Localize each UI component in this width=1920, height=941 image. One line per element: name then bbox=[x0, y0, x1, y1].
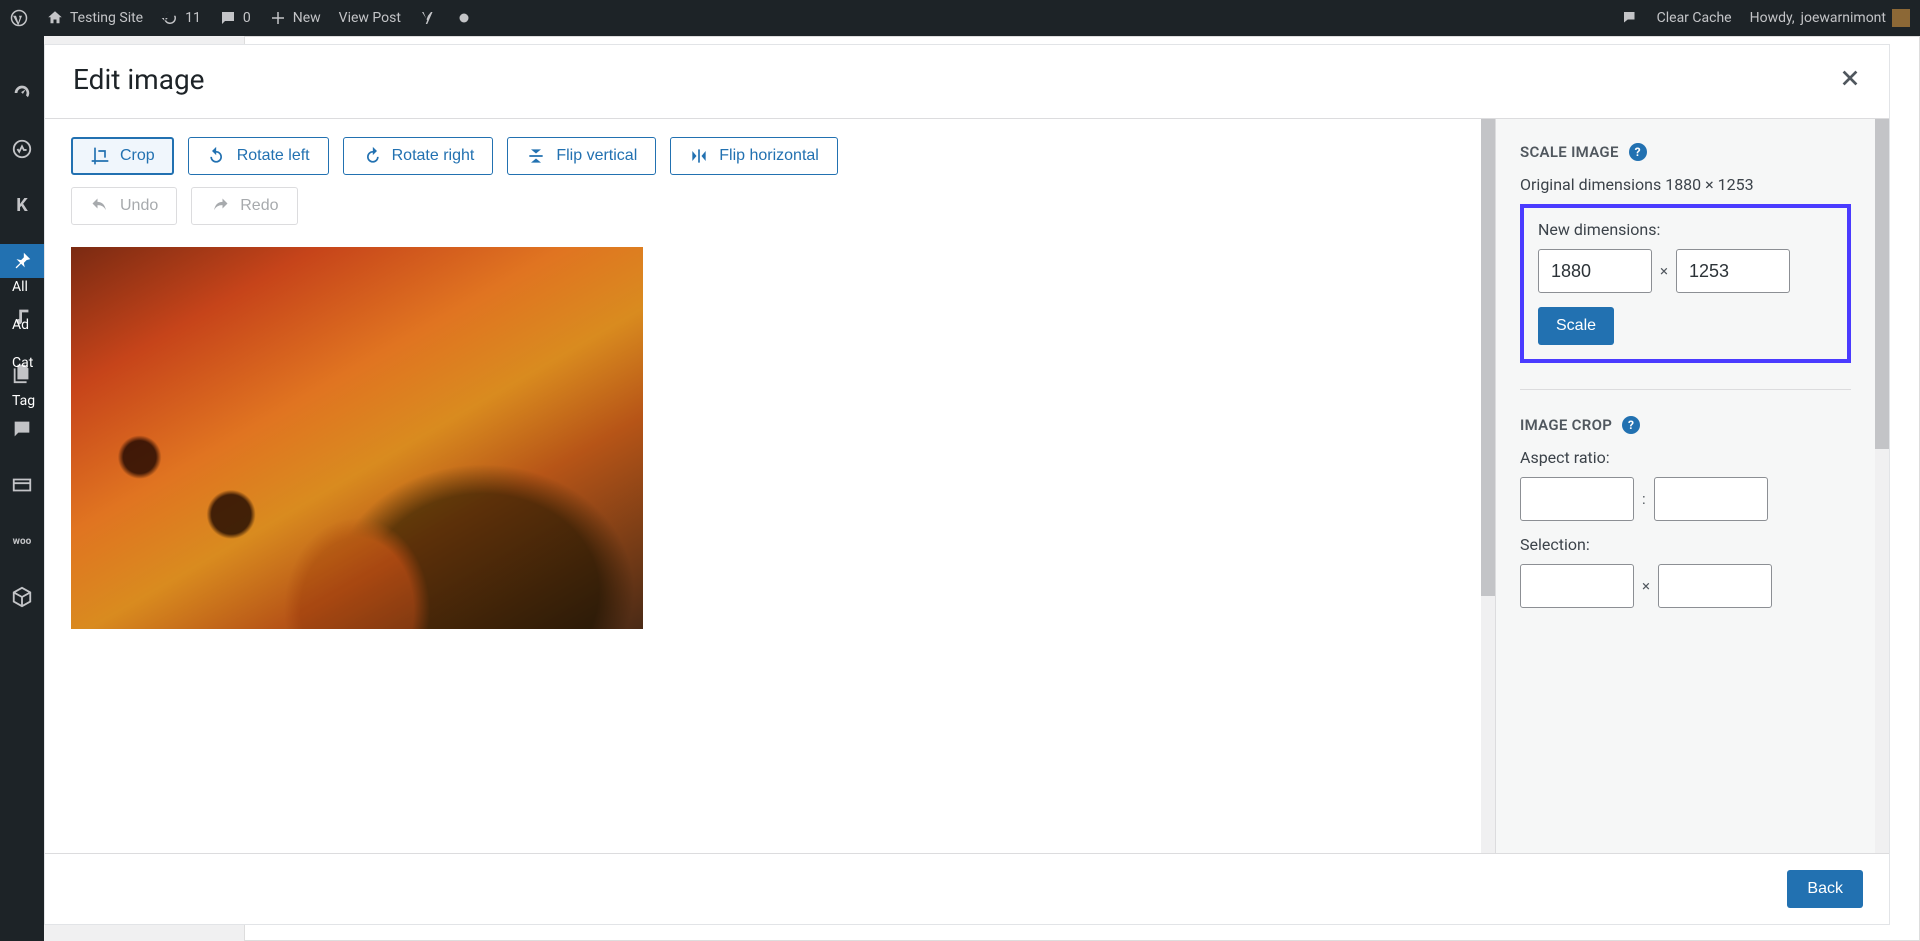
refresh-icon bbox=[161, 9, 179, 27]
rotate-right-icon bbox=[362, 146, 382, 166]
menu-contact[interactable] bbox=[0, 468, 44, 502]
help-icon[interactable]: ? bbox=[1622, 416, 1640, 434]
yoast-link[interactable] bbox=[419, 9, 437, 27]
close-icon bbox=[1839, 67, 1861, 89]
redo-label: Redo bbox=[240, 197, 278, 215]
view-post-link[interactable]: View Post bbox=[339, 10, 401, 26]
new-dimensions-label: New dimensions: bbox=[1538, 220, 1833, 239]
colon-separator: : bbox=[1642, 490, 1646, 508]
flyout-all[interactable]: All bbox=[12, 268, 35, 306]
image-preview[interactable] bbox=[71, 247, 643, 629]
flyout-cat[interactable]: Cat bbox=[12, 344, 35, 382]
site-link[interactable]: Testing Site bbox=[46, 9, 143, 27]
yoast-icon bbox=[419, 9, 437, 27]
modal-main: Crop Rotate left Rotate right Flip verti… bbox=[45, 119, 1481, 853]
flip-horizontal-label: Flip horizontal bbox=[719, 147, 819, 165]
crop-label: Crop bbox=[120, 147, 155, 165]
rotate-left-icon bbox=[207, 146, 227, 166]
flyout-add[interactable]: Ad bbox=[12, 306, 35, 344]
menu-woo[interactable]: woo bbox=[0, 524, 44, 558]
flip-horizontal-icon bbox=[689, 146, 709, 166]
crop-button[interactable]: Crop bbox=[71, 137, 174, 175]
main-scrollbar[interactable] bbox=[1481, 119, 1495, 853]
notify-link[interactable] bbox=[1621, 9, 1639, 27]
updates-link[interactable]: 11 bbox=[161, 9, 201, 27]
activity-icon bbox=[11, 138, 33, 160]
scale-width-input[interactable] bbox=[1538, 249, 1652, 293]
times-separator: × bbox=[1642, 577, 1650, 595]
redo-icon bbox=[210, 196, 230, 216]
howdy-prefix: Howdy, bbox=[1750, 10, 1795, 26]
selection-height-input[interactable] bbox=[1658, 564, 1772, 608]
undo-label: Undo bbox=[120, 197, 158, 215]
divider bbox=[1520, 389, 1851, 390]
scale-height-input[interactable] bbox=[1676, 249, 1790, 293]
new-label: New bbox=[293, 10, 321, 26]
home-icon bbox=[46, 9, 64, 27]
flyout-tag[interactable]: Tag bbox=[12, 382, 35, 420]
wordpress-icon bbox=[10, 9, 28, 27]
rotate-right-button[interactable]: Rotate right bbox=[343, 137, 494, 175]
modal-header: Edit image bbox=[45, 45, 1889, 119]
card-icon bbox=[11, 474, 33, 496]
menu-k[interactable]: K bbox=[0, 188, 44, 222]
image-toolbar: Crop Rotate left Rotate right Flip verti… bbox=[71, 137, 1455, 175]
plus-icon bbox=[269, 9, 287, 27]
wp-logo[interactable] bbox=[10, 9, 28, 27]
admin-bar: Testing Site 11 0 New View Post Clear Ca… bbox=[0, 0, 1920, 36]
username: joewarnimont bbox=[1801, 10, 1886, 26]
flip-vertical-label: Flip vertical bbox=[556, 147, 637, 165]
box-icon bbox=[11, 586, 33, 608]
crop-heading: IMAGE CROP bbox=[1520, 416, 1612, 434]
rotate-left-button[interactable]: Rotate left bbox=[188, 137, 329, 175]
menu-activity[interactable] bbox=[0, 132, 44, 166]
scale-heading: SCALE IMAGE bbox=[1520, 143, 1619, 161]
times-separator: × bbox=[1660, 262, 1668, 280]
highlighted-region: New dimensions: × Scale bbox=[1520, 204, 1851, 363]
account-link[interactable]: Howdy, joewarnimont bbox=[1750, 9, 1910, 27]
new-link[interactable]: New bbox=[269, 9, 321, 27]
site-name: Testing Site bbox=[70, 10, 143, 26]
modal-title: Edit image bbox=[73, 63, 205, 96]
close-button[interactable] bbox=[1839, 67, 1861, 93]
comment-icon bbox=[11, 418, 33, 440]
back-button[interactable]: Back bbox=[1787, 870, 1863, 908]
avatar bbox=[1892, 9, 1910, 27]
updates-count: 11 bbox=[185, 10, 201, 26]
aspect-ratio-label: Aspect ratio: bbox=[1520, 448, 1851, 467]
rotate-left-label: Rotate left bbox=[237, 147, 310, 165]
scale-button[interactable]: Scale bbox=[1538, 307, 1614, 345]
gauge-icon bbox=[11, 82, 33, 104]
selection-label: Selection: bbox=[1520, 535, 1851, 554]
undo-button: Undo bbox=[71, 187, 177, 225]
undo-icon bbox=[90, 196, 110, 216]
edit-image-modal: Edit image Crop Rotate left Rotate right bbox=[44, 44, 1890, 925]
original-dimensions: Original dimensions 1880 × 1253 bbox=[1520, 175, 1851, 194]
comment-icon bbox=[219, 9, 237, 27]
speech-icon bbox=[1621, 9, 1639, 27]
help-icon[interactable]: ? bbox=[1629, 143, 1647, 161]
circle-icon bbox=[455, 9, 473, 27]
crop-icon bbox=[90, 146, 110, 166]
menu-products[interactable] bbox=[0, 580, 44, 614]
side-scrollbar[interactable] bbox=[1875, 119, 1889, 853]
comments-link[interactable]: 0 bbox=[219, 9, 251, 27]
flip-vertical-icon bbox=[526, 146, 546, 166]
comments-count: 0 bbox=[243, 10, 251, 26]
status-dot[interactable] bbox=[455, 9, 473, 27]
admin-menu: K woo bbox=[0, 36, 44, 941]
aspect-width-input[interactable] bbox=[1520, 477, 1634, 521]
modal-sidebar: SCALE IMAGE ? Original dimensions 1880 ×… bbox=[1495, 119, 1875, 853]
redo-button: Redo bbox=[191, 187, 297, 225]
aspect-height-input[interactable] bbox=[1654, 477, 1768, 521]
flip-horizontal-button[interactable]: Flip horizontal bbox=[670, 137, 838, 175]
modal-footer: Back bbox=[45, 853, 1889, 924]
menu-dashboard[interactable] bbox=[0, 76, 44, 110]
rotate-right-label: Rotate right bbox=[392, 147, 475, 165]
selection-width-input[interactable] bbox=[1520, 564, 1634, 608]
flip-vertical-button[interactable]: Flip vertical bbox=[507, 137, 656, 175]
clear-cache-link[interactable]: Clear Cache bbox=[1657, 10, 1732, 26]
